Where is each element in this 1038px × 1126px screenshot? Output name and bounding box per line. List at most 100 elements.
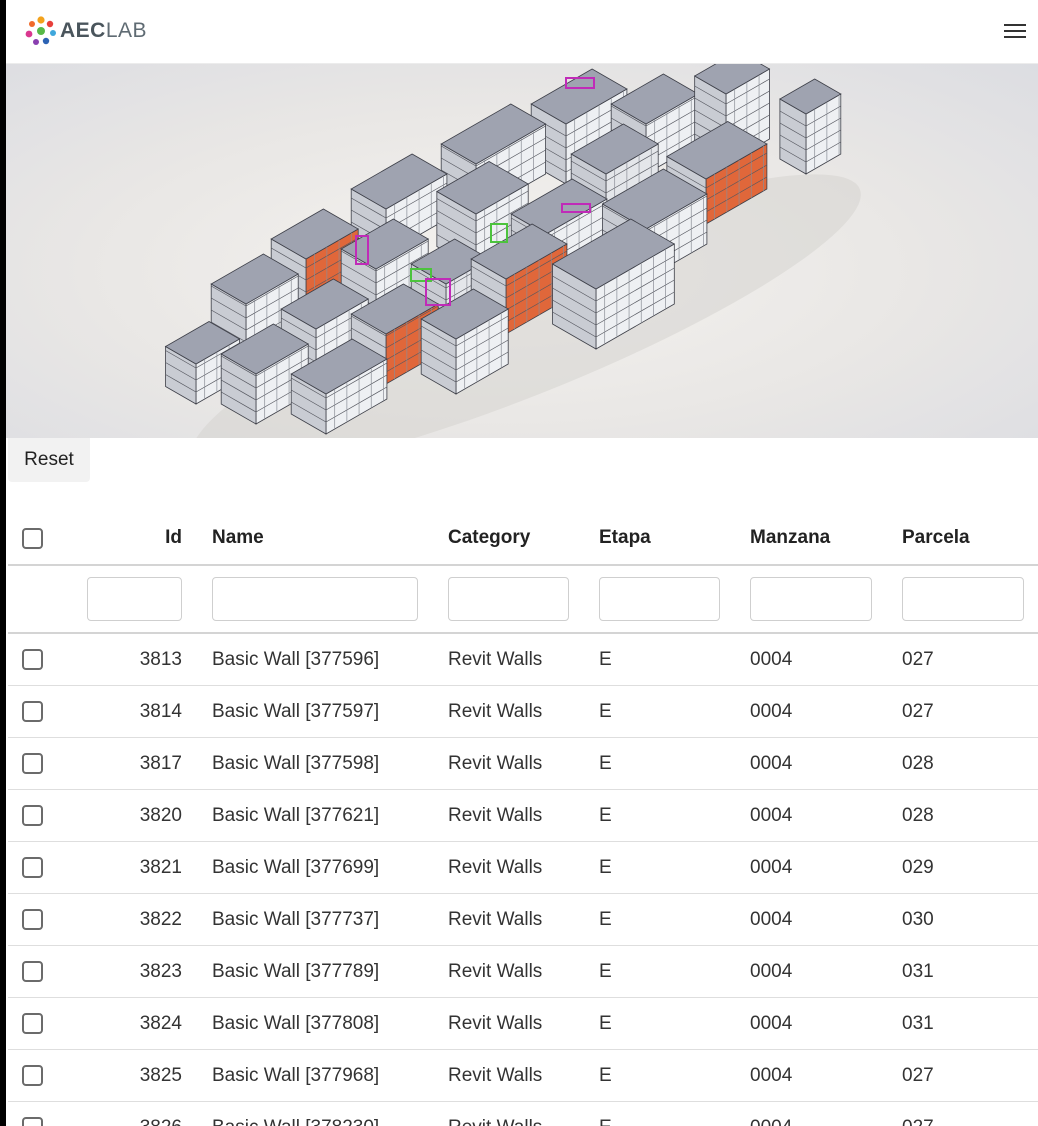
manzana-cell: 0004: [750, 1064, 793, 1086]
category-cell: Revit Walls: [448, 856, 543, 878]
table-row[interactable]: 3823 Basic Wall [377789] Revit Walls E 0004 0…: [8, 946, 1038, 998]
table-row[interactable]: 3820 Basic Wall [377621] Revit Walls E 0004 0…: [8, 790, 1038, 842]
etapa-cell: E: [599, 960, 612, 982]
row-select-cell: [22, 634, 43, 685]
filter-cell-name: [212, 566, 418, 632]
parcela-cell: 028: [902, 804, 934, 826]
manzana-cell: 0004: [750, 908, 793, 930]
row-select-cell: [22, 894, 43, 945]
filter-cell-id: [87, 566, 182, 632]
table-row[interactable]: 3813 Basic Wall [377596] Revit Walls E 0004 0…: [8, 634, 1038, 686]
aeclab-logo-icon: [25, 16, 56, 45]
table-row[interactable]: 3821 Basic Wall [377699] Revit Walls E 0004 0…: [8, 842, 1038, 894]
table-body: 3813 Basic Wall [377596] Revit Walls E 0004 0…: [8, 634, 1038, 1126]
name-cell: Basic Wall [377596]: [212, 648, 380, 670]
name-cell: Basic Wall [377699]: [212, 856, 380, 878]
filter-cell-etapa: [599, 566, 720, 632]
row-checkbox[interactable]: [22, 857, 43, 878]
row-select-cell: [22, 1102, 43, 1126]
etapa-cell: E: [599, 648, 612, 670]
parcela-cell: 031: [902, 1012, 934, 1034]
row-checkbox[interactable]: [22, 753, 43, 774]
manzana-cell: 0004: [750, 648, 793, 670]
id-cell: 3814: [139, 700, 182, 722]
etapa-cell: E: [599, 700, 612, 722]
id-filter-input[interactable]: [87, 577, 182, 621]
parcela-filter-input[interactable]: [902, 577, 1024, 621]
manzana-cell: 0004: [750, 960, 793, 982]
logo[interactable]: AECLAB: [24, 14, 147, 48]
row-checkbox[interactable]: [22, 649, 43, 670]
category-cell: Revit Walls: [448, 1012, 543, 1034]
id-cell: 3821: [139, 856, 182, 878]
parcela-cell: 028: [902, 752, 934, 774]
filter-cell-manzana: [750, 566, 872, 632]
category-cell: Revit Walls: [448, 648, 543, 670]
column-header-name[interactable]: Name: [212, 512, 264, 564]
row-checkbox[interactable]: [22, 701, 43, 722]
filter-row: [8, 566, 1038, 634]
menu-icon[interactable]: [1004, 20, 1026, 40]
row-checkbox[interactable]: [22, 1013, 43, 1034]
row-select-cell: [22, 1050, 43, 1101]
logo-text: AECLAB: [60, 19, 148, 42]
parcela-cell: 031: [902, 960, 934, 982]
manzana-cell: 0004: [750, 1102, 792, 1126]
parcela-cell: 027: [902, 648, 934, 670]
row-select-cell: [22, 738, 43, 789]
column-header-id[interactable]: Id: [88, 512, 182, 564]
row-checkbox[interactable]: [22, 961, 43, 982]
3d-model-viewer[interactable]: [6, 64, 1038, 438]
select-all-checkbox[interactable]: [22, 527, 43, 549]
reset-button[interactable]: Reset: [8, 438, 90, 482]
row-checkbox[interactable]: [22, 805, 43, 826]
parcela-cell: 029: [902, 856, 934, 878]
table-header-row: Id Name Category Etapa Manzana Parcela: [8, 512, 1038, 566]
table-row[interactable]: 3817 Basic Wall [377598] Revit Walls E 0004 0…: [8, 738, 1038, 790]
etapa-cell: E: [599, 1064, 612, 1086]
row-select-cell: [22, 686, 43, 737]
table-row[interactable]: 3826 Basic Wall [378230] Revit Walls E 0004 0…: [8, 1102, 1038, 1126]
name-cell: Basic Wall [377808]: [212, 1012, 380, 1034]
row-select-cell: [22, 946, 43, 997]
manzana-cell: 0004: [750, 700, 793, 722]
select-all-cell: [22, 512, 43, 564]
manzana-filter-input[interactable]: [750, 577, 872, 621]
name-filter-input[interactable]: [212, 577, 418, 621]
etapa-filter-input[interactable]: [599, 577, 720, 621]
building-model-render[interactable]: [6, 64, 1038, 438]
row-select-cell: [22, 842, 43, 893]
column-header-category[interactable]: Category: [448, 512, 530, 564]
id-cell: 3826: [88, 1102, 182, 1126]
name-cell: Basic Wall [377598]: [212, 752, 380, 774]
table-row[interactable]: 3814 Basic Wall [377597] Revit Walls E 0004 0…: [8, 686, 1038, 738]
category-filter-input[interactable]: [448, 577, 569, 621]
row-checkbox[interactable]: [22, 1117, 43, 1126]
parcela-cell: 030: [902, 908, 934, 930]
id-cell: 3825: [139, 1064, 182, 1086]
name-cell: Basic Wall [378230]: [212, 1102, 379, 1126]
name-cell: Basic Wall [377621]: [212, 804, 380, 826]
id-cell: 3823: [139, 960, 182, 982]
etapa-cell: E: [599, 908, 612, 930]
name-cell: Basic Wall [377737]: [212, 908, 380, 930]
manzana-cell: 0004: [750, 804, 793, 826]
column-header-etapa[interactable]: Etapa: [599, 512, 651, 564]
table-row[interactable]: 3822 Basic Wall [377737] Revit Walls E 0004 0…: [8, 894, 1038, 946]
parcela-cell: 027: [902, 1064, 934, 1086]
category-cell: Revit Walls: [448, 908, 543, 930]
row-checkbox[interactable]: [22, 909, 43, 930]
row-checkbox[interactable]: [22, 1065, 43, 1086]
column-header-manzana[interactable]: Manzana: [750, 512, 830, 564]
id-cell: 3817: [139, 752, 182, 774]
etapa-cell: E: [599, 856, 612, 878]
etapa-cell: E: [599, 1102, 612, 1126]
row-select-cell: [22, 998, 43, 1049]
column-header-parcela[interactable]: Parcela: [902, 512, 970, 564]
category-cell: Revit Walls: [448, 804, 543, 826]
etapa-cell: E: [599, 1012, 612, 1034]
name-cell: Basic Wall [377597]: [212, 700, 380, 722]
table-row[interactable]: 3825 Basic Wall [377968] Revit Walls E 0004 0…: [8, 1050, 1038, 1102]
name-cell: Basic Wall [377968]: [212, 1064, 380, 1086]
table-row[interactable]: 3824 Basic Wall [377808] Revit Walls E 0004 0…: [8, 998, 1038, 1050]
